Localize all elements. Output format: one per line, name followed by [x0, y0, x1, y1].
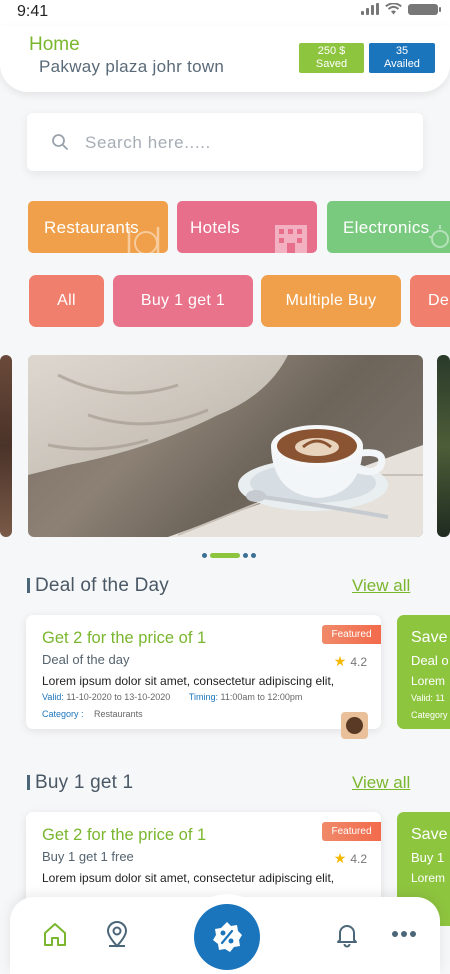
category-electronics[interactable]: Electronics: [327, 201, 450, 253]
deal-category: Category: [411, 710, 448, 720]
carousel-slide-coffee[interactable]: [28, 355, 423, 537]
search-input[interactable]: Search here.....: [27, 113, 423, 171]
timing-label: Timing:: [188, 692, 218, 702]
category-label: Hotels: [190, 218, 240, 237]
deal-card[interactable]: Get 2 for the price of 1 Deal of the day…: [26, 615, 381, 729]
status-bar: 9:41: [0, 0, 450, 26]
valid-label: Valid:: [411, 693, 433, 703]
filter-multiple-buy[interactable]: Multiple Buy: [261, 275, 401, 327]
valid-value: 11-10-2020 to 13-10-2020: [66, 692, 171, 702]
saved-badge: 250 $ Saved: [299, 43, 364, 73]
carousel-dot[interactable]: [202, 553, 207, 558]
section-marker: [27, 775, 30, 790]
status-time: 9:41: [17, 3, 49, 20]
view-all-deals-link[interactable]: View all: [352, 576, 410, 596]
search-icon: [52, 134, 68, 150]
deal-validity: Valid: 11: [411, 693, 445, 703]
more-icon: [392, 931, 416, 937]
availed-value: 35: [395, 45, 409, 57]
featured-badge: Featured: [322, 625, 381, 644]
deal-subtitle: Buy 1: [411, 850, 445, 865]
section-marker: [27, 578, 30, 593]
page-title: Home: [29, 34, 80, 55]
deal-title: Save: [411, 826, 448, 843]
timing-value: 11:00am to 12:00pm: [220, 692, 303, 702]
deal-description: Lorem: [411, 674, 446, 688]
search-placeholder: Search here.....: [85, 133, 211, 152]
signal-icon: [361, 3, 379, 15]
current-location[interactable]: Pakway plaza johr town: [39, 57, 224, 77]
deal-title: Save: [411, 629, 448, 646]
saved-label: Saved: [315, 58, 348, 70]
deal-subtitle: Buy 1 get 1 free: [42, 849, 134, 864]
section-title-deal-of-the-day: Deal of the Day: [35, 575, 169, 596]
availed-badge: 35 Availed: [369, 43, 435, 73]
category-label: Category :: [42, 709, 84, 719]
star-icon: ★: [333, 653, 347, 669]
deal-title: Get 2 for the price of 1: [42, 826, 207, 844]
utensils-icon: [127, 227, 160, 253]
deal-description: Lorem ipsum dolor sit amet, consectetur …: [42, 674, 335, 688]
carousel-dot[interactable]: [251, 553, 256, 558]
featured-badge: Featured: [322, 822, 381, 841]
deal-description: Lorem ipsum dolor sit amet, consectetur …: [42, 871, 335, 885]
nav-location[interactable]: [102, 919, 132, 949]
building-icon: [275, 225, 307, 253]
nav-notifications[interactable]: [332, 919, 362, 949]
header: Home Pakway plaza johr town 250 $ Saved …: [0, 26, 450, 92]
carousel-dot[interactable]: [243, 553, 248, 558]
carousel-prev-slide[interactable]: [0, 355, 12, 537]
rating-value: 4.2: [350, 654, 367, 669]
deal-validity: Valid: 11-10-2020 to 13-10-2020 Timing: …: [42, 692, 302, 702]
rating-value: 4.2: [350, 851, 367, 866]
nav-more[interactable]: [389, 919, 419, 949]
wifi-icon: [385, 3, 402, 15]
nav-home[interactable]: [40, 919, 70, 949]
valid-label: Valid:: [42, 692, 64, 702]
star-icon: ★: [333, 850, 347, 866]
deal-title: Get 2 for the price of 1: [42, 629, 207, 647]
rating: ★ 4.2: [334, 850, 367, 867]
bulb-icon: [429, 225, 449, 248]
merchant-logo: [341, 712, 368, 739]
bell-icon: [337, 925, 357, 948]
coffee-image: [28, 355, 423, 537]
deal-subtitle: Deal o: [411, 653, 449, 668]
deal-card-next[interactable]: Save Deal o Lorem Valid: 11 Category: [397, 615, 450, 729]
rating: ★ 4.2: [334, 653, 367, 670]
deals-fab-button[interactable]: [194, 904, 260, 970]
deal-subtitle: Deal of the day: [42, 652, 130, 667]
deal-description: Lorem: [411, 871, 446, 885]
location-pin-icon: [106, 921, 128, 948]
discount-badge-icon: [213, 922, 242, 952]
category-label: Electronics: [343, 218, 430, 237]
carousel-indicator: [202, 553, 256, 558]
battery-icon: [408, 3, 441, 15]
filter-partial[interactable]: De: [410, 275, 450, 327]
section-title-buy-1-get-1: Buy 1 get 1: [35, 772, 134, 793]
filter-all[interactable]: All: [29, 275, 104, 327]
filter-buy-1-get-1[interactable]: Buy 1 get 1: [113, 275, 253, 327]
carousel-dot-active[interactable]: [210, 553, 240, 558]
carousel-next-slide[interactable]: [437, 355, 450, 537]
status-icons: [361, 3, 441, 15]
deal-category: Category : Restaurants: [42, 709, 143, 719]
availed-label: Availed: [384, 58, 420, 70]
home-icon: [44, 923, 66, 946]
saved-value: 250 $: [317, 45, 346, 57]
valid-value: 11: [435, 693, 445, 703]
category-hotels[interactable]: Hotels: [177, 201, 317, 253]
category-value: Restaurants: [94, 709, 143, 719]
view-all-b1g1-link[interactable]: View all: [352, 773, 410, 793]
category-restaurants[interactable]: Restaurants: [28, 201, 168, 253]
